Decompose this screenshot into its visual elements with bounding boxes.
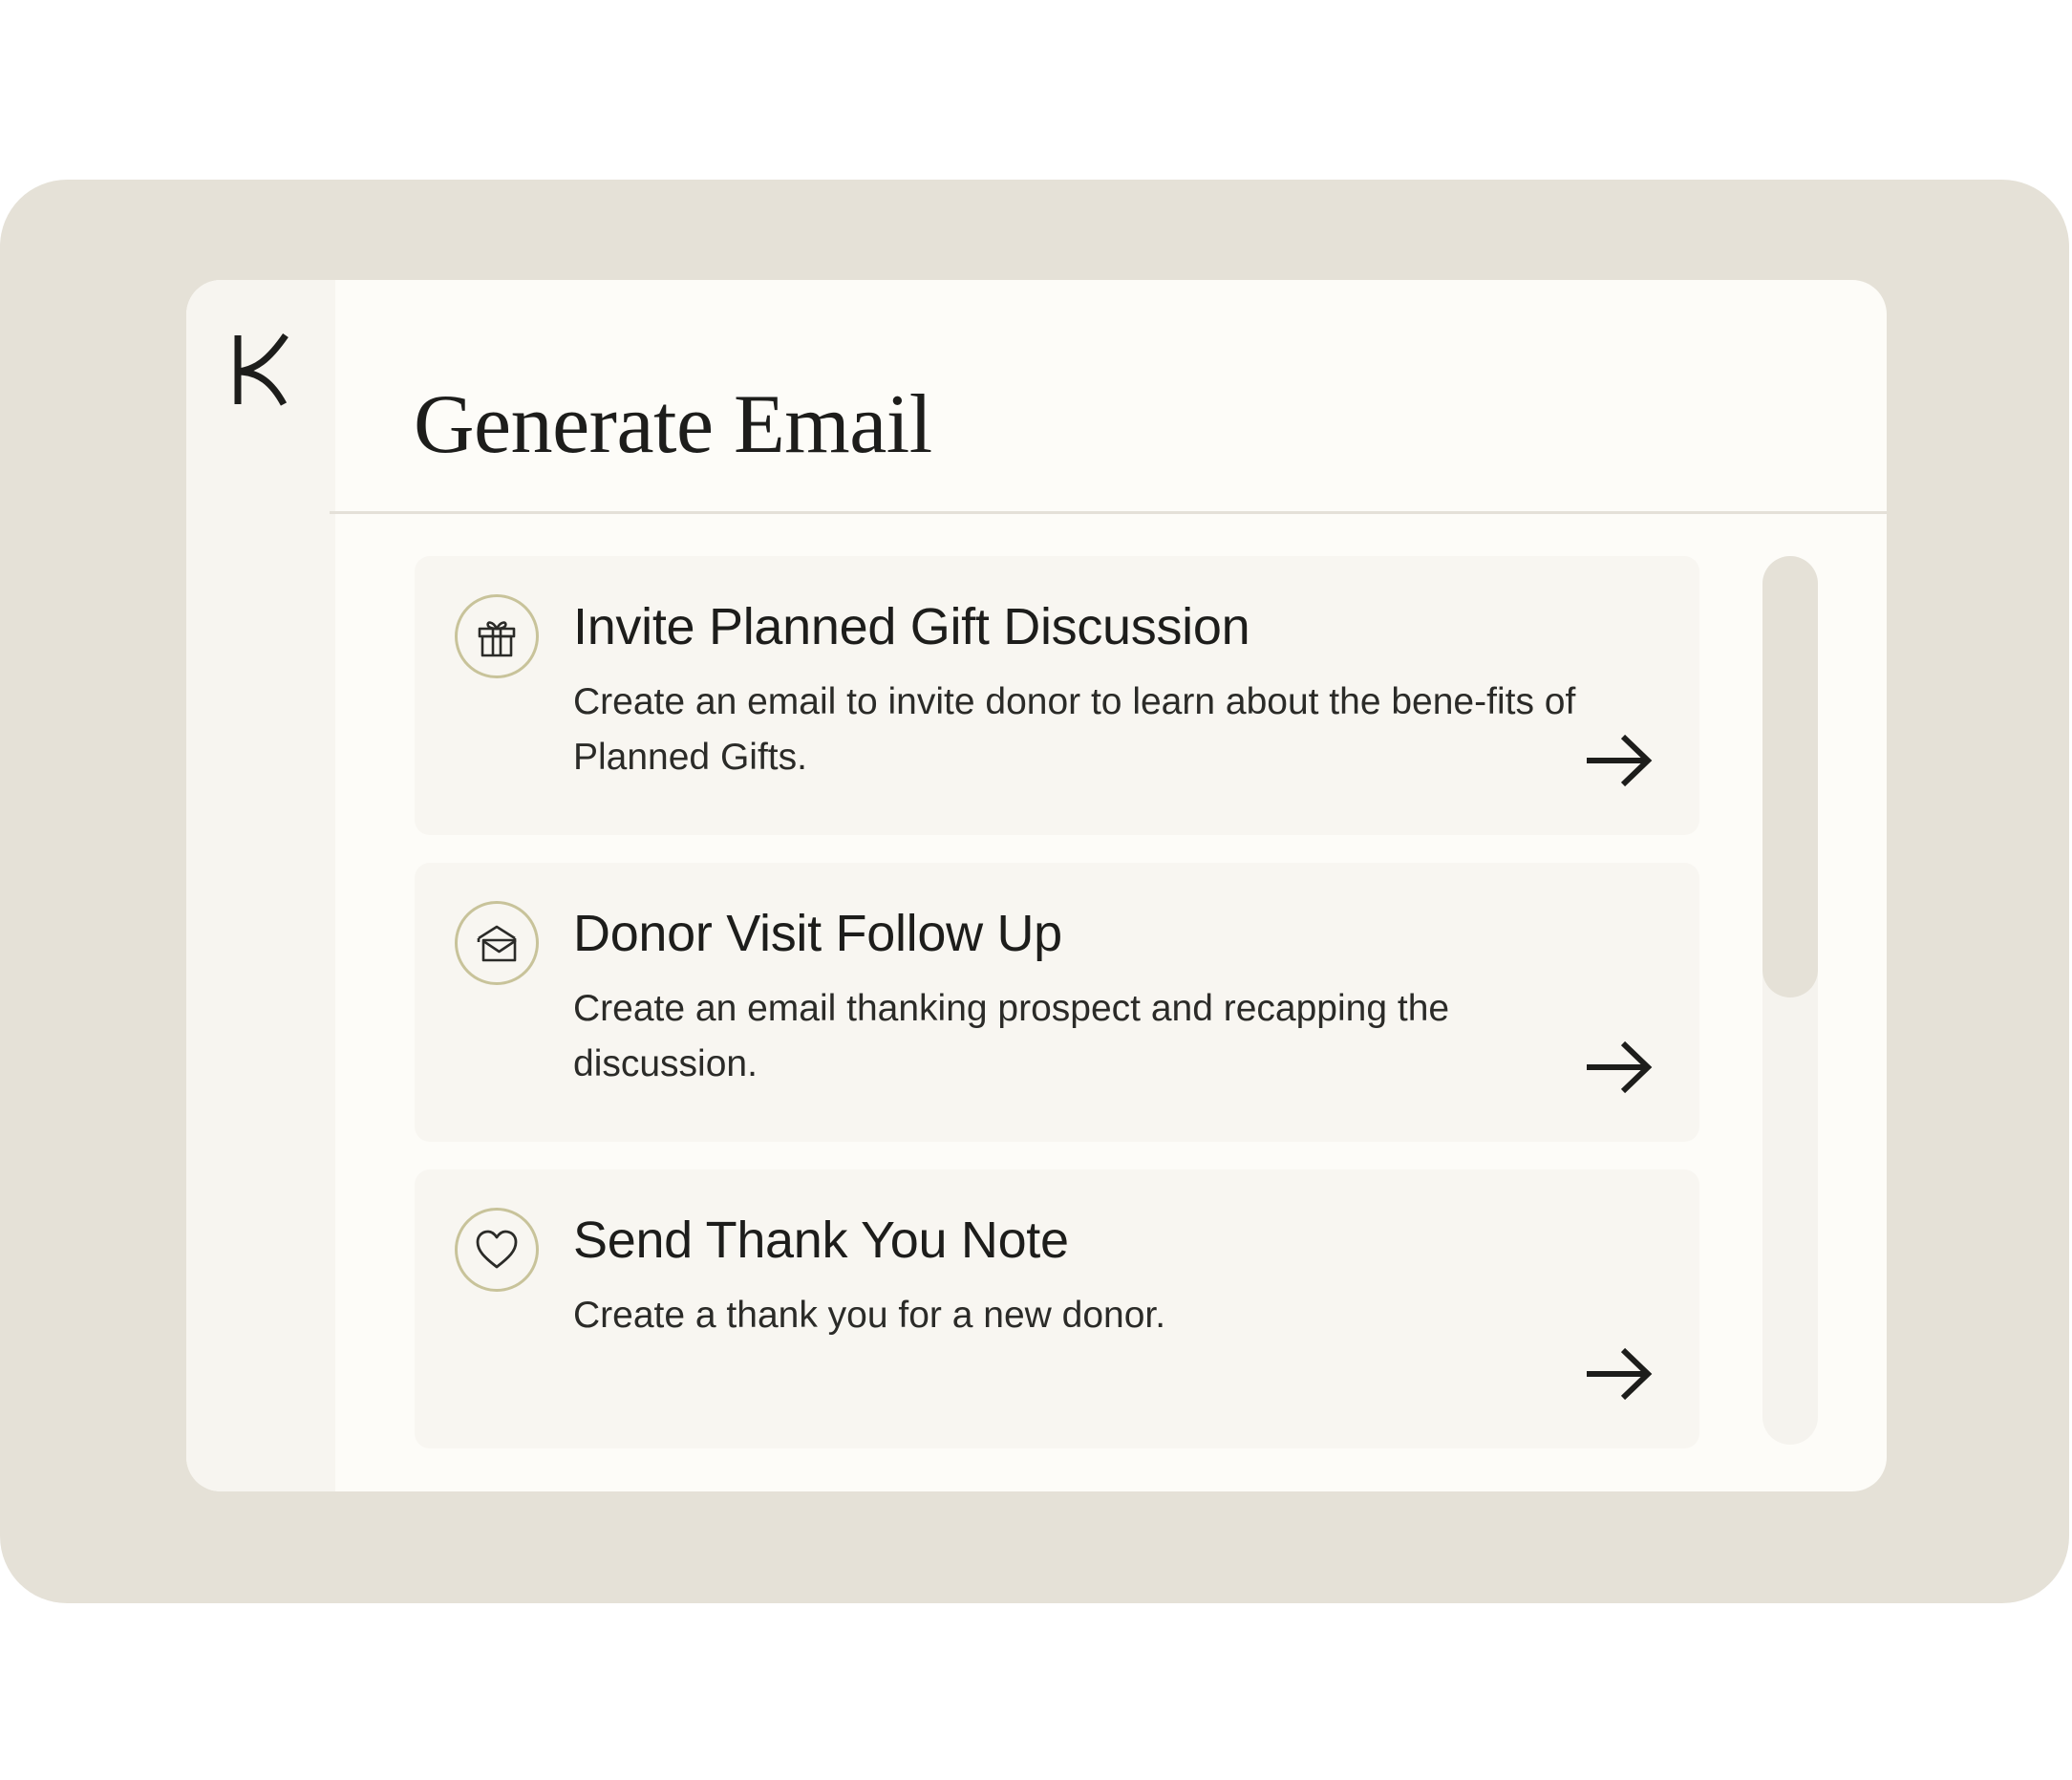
app-window: Generate Email Invite Planned Gift Discu… [186,280,1887,1491]
app-logo[interactable] [230,332,291,408]
heart-icon [455,1208,539,1292]
card-title: Send Thank You Note [573,1212,1069,1269]
card-description: Create a thank you for a new donor. [573,1295,1166,1336]
page-title: Generate Email [414,378,932,471]
template-card-send-thank-you[interactable]: Send Thank You Note Create a thank you f… [415,1169,1699,1448]
card-title: Invite Planned Gift Discussion [573,598,1250,655]
gift-icon [455,594,539,678]
arrow-right-icon[interactable] [1585,1347,1654,1401]
template-card-donor-visit-follow-up[interactable]: Donor Visit Follow Up Create an email th… [415,863,1699,1142]
scrollbar-thumb[interactable] [1762,556,1818,997]
arrow-right-icon[interactable] [1585,1040,1654,1094]
email-template-list: Invite Planned Gift Discussion Create an… [415,556,1699,1476]
scrollbar-track[interactable] [1762,556,1818,1445]
template-card-invite-planned-gift[interactable]: Invite Planned Gift Discussion Create an… [415,556,1699,835]
page-header: Generate Email [330,280,1887,514]
sidebar [186,280,335,1491]
open-envelope-icon [455,901,539,985]
card-description: Create an email thanking prospect and re… [573,988,1450,1084]
arrow-right-icon[interactable] [1585,734,1654,787]
card-title: Donor Visit Follow Up [573,905,1062,962]
card-description: Create an email to invite donor to learn… [573,681,1576,778]
